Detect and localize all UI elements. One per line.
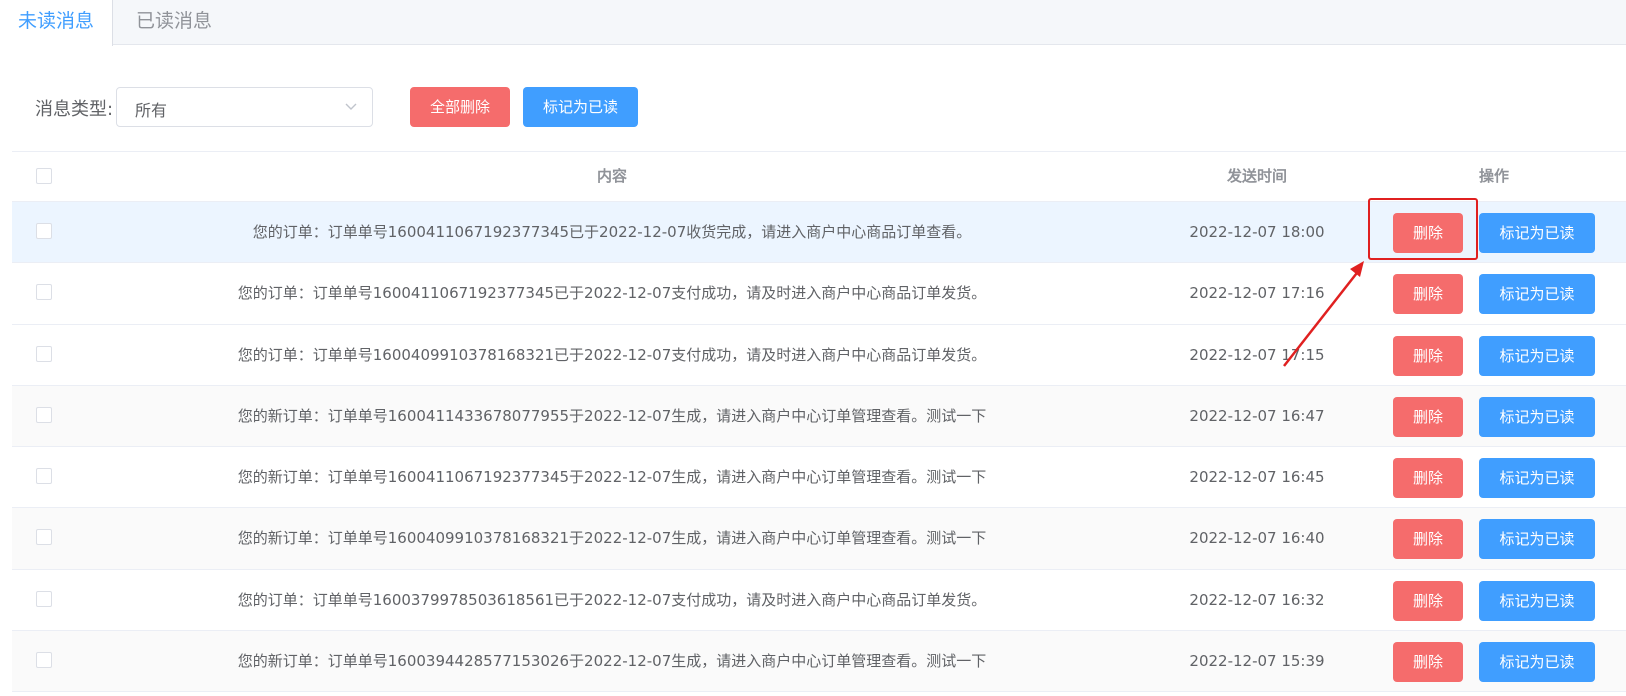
row-content: 您的新订单：订单单号1600411067192377345于2022-12-07… <box>237 468 987 487</box>
table-row: 您的新订单：订单单号1600411433678077955于2022-12-07… <box>12 385 1626 448</box>
table-header: 内容 发送时间 操作 <box>12 151 1626 202</box>
header-content: 内容 <box>596 167 627 185</box>
message-type-value: 所有 <box>135 101 168 120</box>
row-mark-read-button[interactable]: 标记为已读 <box>1479 642 1595 683</box>
row-content: 您的订单：订单单号1600379978503618561已于2022-12-07… <box>237 590 987 609</box>
row-time: 2022-12-07 15:39 <box>1189 652 1325 671</box>
table-row: 您的新订单：订单单号1600409910378168321于2022-12-07… <box>12 508 1626 570</box>
mark-all-read-button[interactable]: 标记为已读 <box>523 87 638 127</box>
row-mark-read-button[interactable]: 标记为已读 <box>1479 519 1595 560</box>
row-checkbox[interactable] <box>36 345 52 362</box>
row-mark-read-button[interactable]: 标记为已读 <box>1479 274 1595 315</box>
row-content: 您的订单：订单单号1600409910378168321已于2022-12-07… <box>237 345 987 364</box>
row-checkbox[interactable] <box>36 223 52 239</box>
row-delete-button[interactable]: 删除 <box>1393 335 1463 376</box>
row-mark-read-button[interactable]: 标记为已读 <box>1479 580 1595 621</box>
table-row: 您的订单：订单单号1600379978503618561已于2022-12-07… <box>12 570 1626 632</box>
table-row: 您的订单：订单单号1600409910378168321已于2022-12-07… <box>12 325 1626 386</box>
row-time: 2022-12-07 16:40 <box>1189 529 1325 548</box>
header-time: 发送时间 <box>1226 167 1287 185</box>
row-delete-button[interactable]: 删除 <box>1393 580 1463 621</box>
row-time: 2022-12-07 16:32 <box>1189 590 1325 609</box>
row-delete-button[interactable]: 删除 <box>1393 458 1463 499</box>
message-tabs: 未读消息 已读消息 <box>0 0 1626 46</box>
table-row: 您的订单：订单单号1600411067192377345已于2022-12-07… <box>12 202 1626 264</box>
row-checkbox[interactable] <box>36 652 52 669</box>
row-content: 您的订单：订单单号1600411067192377345已于2022-12-07… <box>252 223 972 241</box>
table-row: 您的新订单：订单单号1600394428577153026于2022-12-07… <box>12 631 1626 693</box>
row-checkbox[interactable] <box>36 590 52 607</box>
row-mark-read-button[interactable]: 标记为已读 <box>1479 213 1595 253</box>
row-content: 您的订单：订单单号1600411067192377345已于2022-12-07… <box>237 284 987 303</box>
row-time: 2022-12-07 17:15 <box>1189 345 1325 364</box>
table-row: 您的订单：订单单号1600411067192377345已于2022-12-07… <box>12 263 1626 325</box>
row-mark-read-button[interactable]: 标记为已读 <box>1479 458 1595 499</box>
row-delete-button[interactable]: 删除 <box>1393 396 1463 437</box>
tab-unread[interactable]: 未读消息 <box>0 0 113 46</box>
delete-all-button[interactable]: 全部删除 <box>410 87 510 127</box>
row-time: 2022-12-07 16:45 <box>1189 468 1325 487</box>
message-center-page: 未读消息 已读消息 消息类型: 所有 全部删除 标记为已读 内容 发送时间 操作… <box>0 0 1626 696</box>
row-content: 您的新订单：订单单号1600394428577153026于2022-12-07… <box>237 652 987 671</box>
row-content: 您的新订单：订单单号1600409910378168321于2022-12-07… <box>237 529 987 548</box>
row-checkbox[interactable] <box>36 529 52 546</box>
row-checkbox[interactable] <box>36 468 52 485</box>
chevron-down-icon <box>345 103 357 110</box>
row-checkbox[interactable] <box>36 406 52 423</box>
header-ops: 操作 <box>1478 167 1509 185</box>
row-checkbox[interactable] <box>36 284 52 301</box>
message-type-label: 消息类型: <box>35 99 114 120</box>
row-content: 您的新订单：订单单号1600411433678077955于2022-12-07… <box>237 406 987 425</box>
row-mark-read-button[interactable]: 标记为已读 <box>1479 335 1595 376</box>
table-row: 您的新订单：订单单号1600411067192377345于2022-12-07… <box>12 447 1626 509</box>
row-time: 2022-12-07 16:47 <box>1189 406 1325 425</box>
row-time: 2022-12-07 18:00 <box>1189 223 1325 241</box>
row-delete-button[interactable]: 删除 <box>1393 274 1463 315</box>
message-table: 内容 发送时间 操作 您的订单：订单单号1600411067192377345已… <box>12 151 1626 693</box>
row-delete-button[interactable]: 删除 <box>1393 519 1463 560</box>
row-delete-button[interactable]: 删除 <box>1393 642 1463 683</box>
row-time: 2022-12-07 17:16 <box>1189 284 1325 303</box>
row-delete-button[interactable]: 删除 <box>1393 213 1463 253</box>
message-type-select[interactable]: 所有 <box>116 87 373 127</box>
select-all-checkbox[interactable] <box>36 168 52 184</box>
tab-read[interactable]: 已读消息 <box>113 0 235 45</box>
row-mark-read-button[interactable]: 标记为已读 <box>1479 396 1595 437</box>
